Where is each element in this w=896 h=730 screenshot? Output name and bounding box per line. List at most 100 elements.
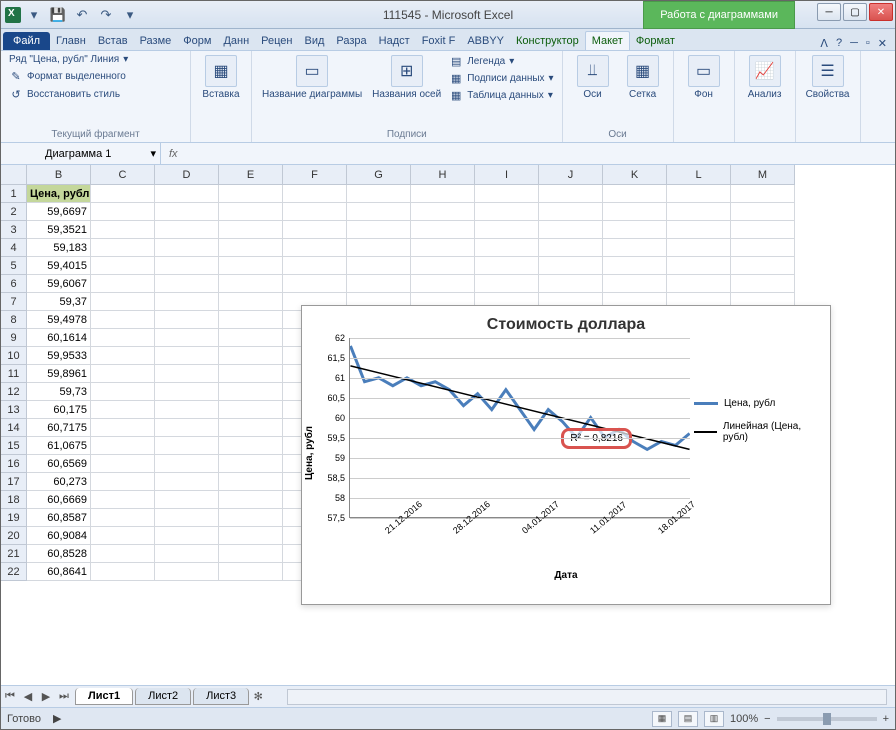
close-button[interactable]: ✕	[869, 3, 893, 21]
cell[interactable]	[283, 275, 347, 293]
cell[interactable]	[155, 347, 219, 365]
sheet-nav-prev[interactable]: ◀	[19, 690, 37, 703]
sheet-nav-next[interactable]: ▶	[37, 690, 55, 703]
cell[interactable]	[219, 401, 283, 419]
cell[interactable]	[91, 221, 155, 239]
cell[interactable]	[91, 383, 155, 401]
redo-button[interactable]: ↷	[95, 4, 117, 26]
cell[interactable]	[475, 221, 539, 239]
cell[interactable]	[91, 203, 155, 221]
cell[interactable]: 59,3521	[27, 221, 91, 239]
cell[interactable]	[731, 239, 795, 257]
cell[interactable]: 59,9533	[27, 347, 91, 365]
doc-minimize-icon[interactable]: ─	[850, 37, 858, 50]
row-header[interactable]: 5	[1, 257, 27, 275]
maximize-button[interactable]: ▢	[843, 3, 867, 21]
cell[interactable]	[91, 239, 155, 257]
sheet-nav-last[interactable]: ⏭	[55, 690, 73, 703]
cell[interactable]	[667, 275, 731, 293]
cell[interactable]: 59,4015	[27, 257, 91, 275]
cell[interactable]	[603, 239, 667, 257]
cell[interactable]	[347, 239, 411, 257]
cell[interactable]	[539, 185, 603, 203]
file-tab[interactable]: Файл	[3, 32, 50, 50]
view-normal-button[interactable]: ▦	[652, 711, 672, 727]
minimize-ribbon-icon[interactable]: ᐱ	[820, 37, 828, 50]
cell[interactable]	[155, 455, 219, 473]
zoom-in-button[interactable]: +	[883, 713, 889, 725]
cell[interactable]	[91, 419, 155, 437]
cell[interactable]	[539, 203, 603, 221]
cell[interactable]	[475, 203, 539, 221]
cell[interactable]	[155, 239, 219, 257]
doc-close-icon[interactable]: ✕	[878, 37, 887, 50]
cell[interactable]	[219, 329, 283, 347]
chart-title[interactable]: Стоимость доллара	[302, 306, 830, 338]
legend-item[interactable]: Цена, рубл	[694, 398, 824, 409]
help-icon[interactable]: ?	[836, 37, 842, 50]
cell[interactable]	[219, 221, 283, 239]
zoom-slider[interactable]	[777, 717, 877, 721]
cell[interactable]	[91, 347, 155, 365]
cell[interactable]	[539, 257, 603, 275]
column-header[interactable]: H	[411, 165, 475, 185]
cell[interactable]: 59,37	[27, 293, 91, 311]
zoom-level[interactable]: 100%	[730, 713, 758, 725]
cell[interactable]	[539, 239, 603, 257]
view-pagelayout-button[interactable]: ▤	[678, 711, 698, 727]
cell[interactable]	[667, 185, 731, 203]
column-header[interactable]: K	[603, 165, 667, 185]
cell[interactable]	[475, 239, 539, 257]
legend-item[interactable]: Линейная (Цена, рубл)	[694, 421, 824, 443]
cell[interactable]	[219, 473, 283, 491]
row-header[interactable]: 22	[1, 563, 27, 581]
sheet-nav-first[interactable]: ⏮	[1, 690, 19, 703]
cell[interactable]	[219, 383, 283, 401]
cell[interactable]	[219, 545, 283, 563]
cell[interactable]: 59,8961	[27, 365, 91, 383]
row-header[interactable]: 13	[1, 401, 27, 419]
tab-layout[interactable]: Макет	[585, 31, 630, 50]
cell[interactable]	[219, 293, 283, 311]
horizontal-scrollbar[interactable]	[287, 689, 887, 705]
row-header[interactable]: 8	[1, 311, 27, 329]
zoom-thumb[interactable]	[823, 713, 831, 725]
cell[interactable]	[411, 275, 475, 293]
tab-data[interactable]: Данн	[217, 32, 255, 50]
cell[interactable]	[219, 347, 283, 365]
tab-home[interactable]: Главн	[50, 32, 92, 50]
row-header[interactable]: 2	[1, 203, 27, 221]
row-header[interactable]: 9	[1, 329, 27, 347]
cell[interactable]	[347, 257, 411, 275]
cell[interactable]	[91, 527, 155, 545]
gridlines-button[interactable]: ▦ Сетка	[619, 53, 667, 102]
sheet-tab[interactable]: Лист3	[193, 688, 249, 705]
row-header[interactable]: 1	[1, 185, 27, 203]
cell[interactable]	[219, 437, 283, 455]
row-header[interactable]: 14	[1, 419, 27, 437]
tab-insert[interactable]: Встав	[92, 32, 134, 50]
cell[interactable]	[731, 203, 795, 221]
tab-design[interactable]: Конструктор	[510, 32, 585, 50]
cell[interactable]	[603, 185, 667, 203]
cell[interactable]	[219, 257, 283, 275]
row-header[interactable]: 7	[1, 293, 27, 311]
row-header[interactable]: 4	[1, 239, 27, 257]
cell[interactable]	[219, 563, 283, 581]
cell[interactable]	[347, 275, 411, 293]
cell[interactable]	[155, 221, 219, 239]
background-button[interactable]: ▭ Фон	[680, 53, 728, 102]
tab-format[interactable]: Формат	[630, 32, 681, 50]
chart-title-button[interactable]: ▭ Название диаграммы	[258, 53, 366, 102]
cell[interactable]	[219, 455, 283, 473]
cell[interactable]	[219, 509, 283, 527]
cell[interactable]	[603, 203, 667, 221]
cell[interactable]	[411, 203, 475, 221]
tab-foxit[interactable]: Foxit F	[416, 32, 462, 50]
cell[interactable]	[731, 275, 795, 293]
format-selection-button[interactable]: ✎ Формат выделенного	[7, 68, 184, 84]
worksheet-grid[interactable]: BCDEFGHIJKLM 123456789101112131415161718…	[1, 165, 895, 665]
chart-object[interactable]: Стоимость доллара Цена, рубл 57,55858,55…	[301, 305, 831, 605]
row-header[interactable]: 15	[1, 437, 27, 455]
cell[interactable]	[155, 545, 219, 563]
